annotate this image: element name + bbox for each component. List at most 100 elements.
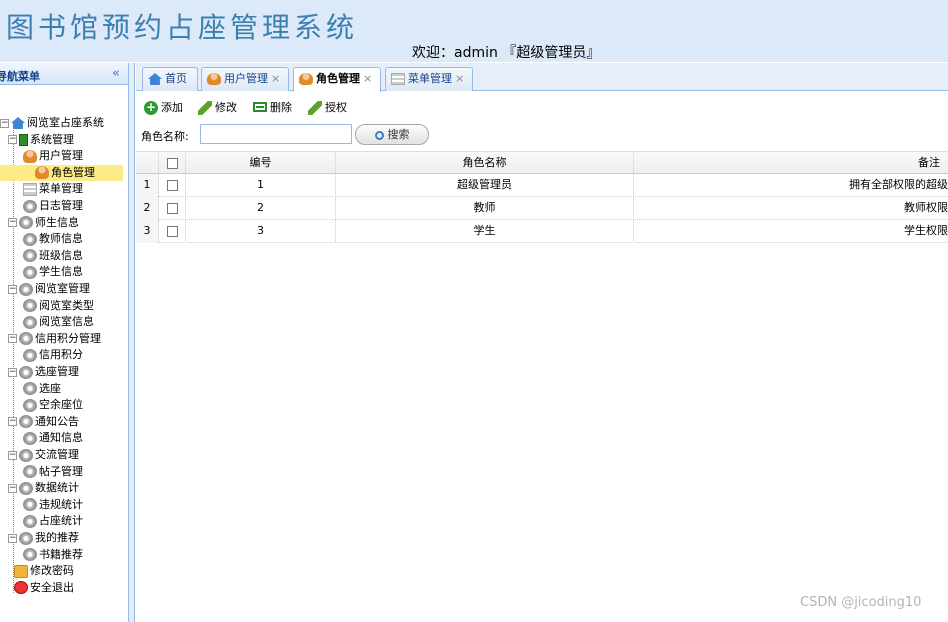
nav-item[interactable]: 选座 [23, 381, 61, 397]
collapse-node-icon[interactable]: − [8, 334, 17, 344]
row-select-cell [159, 197, 186, 220]
nav-item[interactable]: 阅览室类型 [23, 298, 94, 314]
app-header: 图书馆预约占座管理系统 欢迎：admin 『超级管理员』 [0, 0, 948, 62]
tab-role-management[interactable]: 角色管理 × [293, 67, 381, 92]
select-all-cell [159, 152, 186, 175]
add-icon: + [144, 100, 158, 115]
collapse-node-icon[interactable]: − [8, 367, 17, 377]
add-button[interactable]: + 添加 [144, 100, 183, 116]
nav-item[interactable]: − 选座管理 [8, 364, 79, 380]
cell-remark: 教师权限 [904, 201, 948, 214]
nav-item[interactable]: 班级信息 [23, 248, 83, 264]
nav-item[interactable]: − 交流管理 [8, 447, 79, 463]
close-icon[interactable]: × [455, 72, 464, 85]
delete-button[interactable]: 删除 [253, 100, 292, 116]
table-row[interactable]: 2 2 教师 教师权限 [136, 197, 948, 220]
nav-item[interactable]: 学生信息 [23, 264, 83, 280]
table-row[interactable]: 1 1 超级管理员 拥有全部权限的超级 [136, 174, 948, 197]
nav-item[interactable]: − 师生信息 [8, 215, 79, 231]
user-icon [207, 73, 221, 85]
nav-item[interactable]: − 信用积分管理 [8, 331, 101, 347]
nav-item[interactable]: 书籍推荐 [23, 547, 83, 563]
menu-icon [23, 182, 37, 196]
close-icon[interactable]: × [271, 72, 280, 85]
edit-button[interactable]: 修改 [198, 100, 237, 116]
nav-item[interactable]: − 数据统计 [8, 480, 79, 496]
nav-item[interactable]: 教师信息 [23, 231, 83, 247]
nav-item[interactable]: 违规统计 [23, 497, 83, 513]
column-header-role-name[interactable]: 角色名称 [336, 152, 634, 175]
nav-item-label: 选座管理 [35, 365, 79, 378]
nav-item[interactable]: 日志管理 [23, 198, 83, 214]
nav-item[interactable]: 安全退出 [14, 580, 74, 596]
nav-item-label: 违规统计 [39, 497, 83, 511]
collapse-icon[interactable]: « [112, 66, 120, 81]
row-number: 2 [136, 197, 159, 220]
nav-item-label: 通知信息 [39, 431, 83, 445]
table-row[interactable]: 3 3 学生 学生权限 [136, 220, 948, 243]
nav-item[interactable]: − 通知公告 [8, 414, 79, 430]
nav-item[interactable]: − 阅览室管理 [8, 281, 90, 297]
collapse-node-icon[interactable]: − [8, 284, 17, 294]
collapse-node-icon[interactable]: − [0, 118, 9, 128]
nav-item[interactable]: 阅览室信息 [23, 314, 94, 330]
row-number: 1 [136, 174, 159, 197]
nav-item[interactable]: 修改密码 [14, 563, 74, 579]
pencil-icon [198, 101, 212, 115]
nav-item-label: 阅览室类型 [39, 298, 94, 312]
search-icon [374, 130, 384, 140]
home-icon [148, 73, 162, 85]
collapse-node-icon[interactable]: − [8, 533, 17, 543]
collapse-node-icon[interactable]: − [8, 483, 17, 493]
nav-item[interactable]: 通知信息 [23, 430, 83, 446]
row-checkbox[interactable] [166, 202, 178, 214]
nav-item-label: 日志管理 [39, 199, 83, 212]
gear-icon [23, 249, 37, 263]
nav-item[interactable]: 菜单管理 [23, 181, 83, 197]
collapse-node-icon[interactable]: − [8, 218, 17, 228]
panel-splitter[interactable] [129, 63, 135, 622]
gear-icon [23, 299, 37, 313]
nav-item-label: 空余座位 [39, 398, 83, 412]
collapse-node-icon[interactable]: − [8, 135, 17, 145]
nav-item[interactable]: 信用积分 [23, 347, 83, 363]
key-icon [14, 564, 28, 578]
tab-bar: 首页 用户管理 × 角色管理 × 菜单管理 × [136, 63, 948, 92]
users-icon [35, 166, 49, 180]
row-checkbox[interactable] [166, 225, 178, 237]
role-name-input[interactable] [200, 124, 352, 144]
column-header-id[interactable]: 编号 [186, 152, 336, 175]
collapse-node-icon[interactable]: − [8, 450, 17, 460]
nav-item[interactable]: 帖子管理 [23, 464, 83, 480]
nav-item[interactable]: − 系统管理 [8, 132, 74, 148]
close-icon[interactable]: × [363, 72, 372, 85]
nav-item[interactable]: 角色管理 [0, 164, 123, 181]
gear-icon [19, 282, 33, 296]
users-icon [299, 73, 313, 85]
nav-item[interactable]: 用户管理 [23, 148, 83, 164]
column-header-remark[interactable]: 备注 [634, 152, 948, 175]
gear-icon [19, 216, 33, 230]
nav-item[interactable]: − 阅览室占座系统 [0, 115, 104, 131]
tab-home[interactable]: 首页 [142, 67, 198, 91]
nav-item-label: 我的推荐 [35, 531, 79, 544]
collapse-node-icon[interactable]: − [8, 417, 17, 427]
row-checkbox[interactable] [166, 179, 178, 191]
gear-icon [23, 199, 37, 213]
nav-item[interactable]: 空余座位 [23, 397, 83, 413]
nav-item[interactable]: 占座统计 [23, 513, 83, 529]
gear-icon [19, 481, 33, 495]
edit-label: 修改 [215, 101, 237, 114]
select-all-checkbox[interactable] [166, 157, 178, 169]
nav-item-label: 书籍推荐 [39, 547, 83, 561]
search-button[interactable]: 搜索 [355, 124, 429, 145]
tab-menu-management[interactable]: 菜单管理 × [385, 67, 473, 91]
nav-item[interactable]: − 我的推荐 [8, 530, 79, 546]
welcome-text: 欢迎：admin 『超级管理员』 [412, 45, 601, 61]
app-title: 图书馆预约占座管理系统 [6, 11, 359, 44]
authorize-button[interactable]: 授权 [308, 100, 347, 116]
nav-item-label: 阅览室信息 [39, 315, 94, 329]
delete-icon [253, 102, 267, 112]
gear-icon [23, 265, 37, 279]
tab-user-management[interactable]: 用户管理 × [201, 67, 289, 91]
